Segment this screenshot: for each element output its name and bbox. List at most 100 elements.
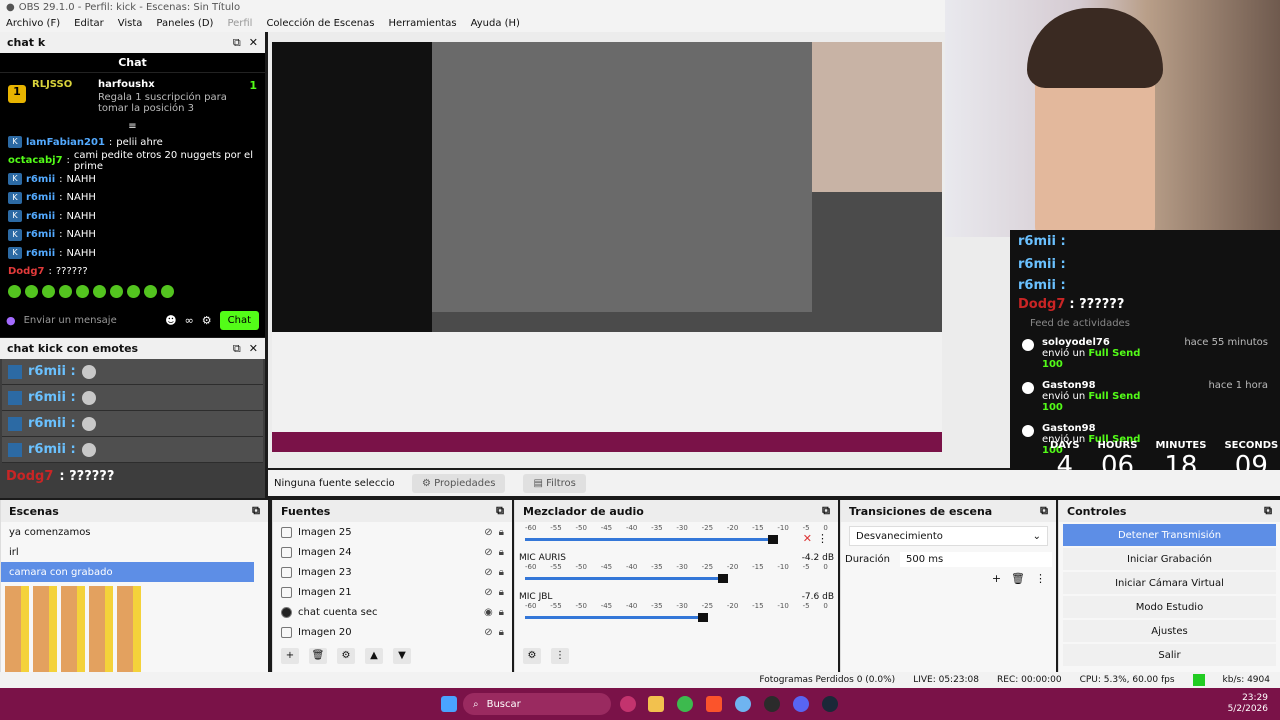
volume-slider[interactable] [525,613,708,622]
down-icon[interactable]: ▼ [393,648,411,664]
menu-ayuda[interactable]: Ayuda (H) [471,18,520,29]
source-item[interactable]: Imagen 20 ⊘ 🔒︎ [273,622,512,642]
emoji-icon[interactable]: ☻ [165,314,176,327]
emote-icon[interactable] [42,285,55,298]
properties-button[interactable]: ⚙ Propiedades [412,473,506,493]
muted-speaker-icon[interactable]: ✕ [803,532,812,545]
start-virtual-camera-button[interactable]: Iniciar Cámara Virtual [1063,572,1276,594]
emotes-dock-header: chat kick con emotes ⧉ ✕ [0,338,265,359]
menu-vista[interactable]: Vista [118,18,143,29]
gear-icon[interactable]: ⚙ [337,648,355,664]
discord-icon[interactable] [793,696,809,712]
hidden-eye-icon[interactable]: ⊘ [484,547,492,558]
app-icon[interactable] [620,696,636,712]
menu-archivo[interactable]: Archivo (F) [6,18,60,29]
mixer-channel: MIC AURIS -4.2 dB -60 -55 -50 -45 -40 -35 -30 -2… [515,551,838,583]
send-chat-button[interactable]: Chat [219,310,259,330]
emote-icon[interactable] [76,285,89,298]
add-icon[interactable]: + [992,572,1001,585]
lock-icon[interactable]: 🔒︎ [499,547,504,558]
scene-item-selected[interactable]: camara con grabado [1,562,254,582]
lock-icon[interactable]: 🔒︎ [499,567,504,578]
hidden-eye-icon[interactable]: ⊘ [484,627,492,638]
kebab-menu-icon[interactable]: ⋮ [1035,572,1046,585]
menu-herramientas[interactable]: Herramientas [388,18,456,29]
filters-button[interactable]: ▤ Filtros [523,473,586,493]
menu-coleccion[interactable]: Colección de Escenas [266,18,374,29]
lock-icon[interactable]: 🔒︎ [499,527,504,538]
undock-icon[interactable]: ⧉ [233,36,241,50]
volume-slider[interactable] [525,535,778,544]
undock-icon[interactable]: ⧉ [252,504,260,518]
undock-icon[interactable]: ⧉ [233,342,241,356]
volume-slider[interactable] [525,574,728,583]
settings-icon[interactable]: ⚙ [202,314,212,327]
duration-label: Duración [845,554,891,565]
scene-item[interactable]: ya comenzamos [1,522,268,542]
mic-icon[interactable]: ● [6,314,16,327]
undock-icon[interactable]: ⧉ [496,504,504,518]
collapse-icon[interactable]: ≡ [0,121,265,133]
lock-icon[interactable]: 🔒︎ [499,607,504,618]
start-recording-button[interactable]: Iniciar Grabación [1063,548,1276,570]
steam-icon[interactable] [822,696,838,712]
lock-icon[interactable]: 🔒︎ [499,627,504,638]
hidden-eye-icon[interactable]: ⊘ [484,567,492,578]
emote-icon[interactable] [25,285,38,298]
kebab-menu-icon[interactable]: ⋮ [817,532,828,545]
hidden-eye-icon[interactable]: ⊘ [484,587,492,598]
folder-icon[interactable] [648,696,664,712]
up-icon[interactable]: ▲ [365,648,383,664]
taskbar-clock[interactable]: 23:29 5/2/2026 [1228,693,1268,715]
add-icon[interactable]: + [281,648,299,664]
undock-icon[interactable]: ⧉ [1040,504,1048,518]
stop-stream-button[interactable]: Detener Transmisión [1063,524,1276,546]
link-icon[interactable]: ∞ [185,314,194,327]
eye-icon[interactable]: ◉ [484,607,493,618]
audio-mixer-dock: Mezclador de audio ⧉ -60 -55 -50 -45 -40 -35 -3… [514,500,838,672]
menu-paneles[interactable]: Paneles (D) [156,18,213,29]
chrome-icon[interactable] [677,696,693,712]
chat-message: Kr6mii: NAHH [0,226,265,245]
taskbar-search[interactable]: ⌕ Buscar [463,693,611,715]
emote-icon[interactable] [59,285,72,298]
obs-icon[interactable] [764,696,780,712]
kebab-menu-icon[interactable]: ⋮ [551,648,569,664]
edge-icon[interactable] [735,696,751,712]
menu-editar[interactable]: Editar [74,18,104,29]
undock-icon[interactable]: ⧉ [822,504,830,518]
scene-item[interactable]: irl [1,542,268,562]
source-item[interactable]: chat cuenta sec ◉ 🔒︎ [273,602,512,622]
trash-icon[interactable]: 🗑︎ [309,648,327,664]
transition-select[interactable]: Desvanecimiento ⌄ [849,526,1048,546]
hidden-eye-icon[interactable]: ⊘ [484,527,492,538]
lock-icon[interactable]: 🔒︎ [499,587,504,598]
windows-start-icon[interactable] [441,696,457,712]
emote-icon[interactable] [93,285,106,298]
source-item[interactable]: Imagen 25 ⊘ 🔒︎ [273,522,512,542]
cpu-fps: CPU: 5.3%, 60.00 fps [1079,675,1175,685]
kick-logo-icon [1022,382,1034,394]
close-icon[interactable]: ✕ [249,342,258,355]
undock-icon[interactable]: ⧉ [1264,504,1272,518]
exit-button[interactable]: Salir [1063,644,1276,666]
source-item[interactable]: Imagen 23 ⊘ 🔒︎ [273,562,512,582]
settings-button[interactable]: Ajustes [1063,620,1276,642]
trash-icon[interactable]: 🗑︎ [1011,572,1025,585]
emote-icon[interactable] [110,285,123,298]
brave-icon[interactable] [706,696,722,712]
source-item[interactable]: Imagen 24 ⊘ 🔒︎ [273,542,512,562]
close-icon[interactable]: ✕ [249,36,258,49]
emote-icon[interactable] [144,285,157,298]
studio-mode-button[interactable]: Modo Estudio [1063,596,1276,618]
emote-icon[interactable] [8,285,21,298]
menu-perfil[interactable]: Perfil [227,18,252,29]
gear-icon[interactable]: ⚙ [523,648,541,664]
window-title: OBS 29.1.0 - Perfil: kick - Escenas: Sin… [18,2,241,13]
emote-icon[interactable] [127,285,140,298]
chat-input[interactable]: Enviar un mensaje [24,315,158,326]
channel-name: MIC AURIS [519,553,566,563]
emote-icon[interactable] [161,285,174,298]
duration-input[interactable]: 500 ms [900,552,1052,567]
source-item[interactable]: Imagen 21 ⊘ 🔒︎ [273,582,512,602]
